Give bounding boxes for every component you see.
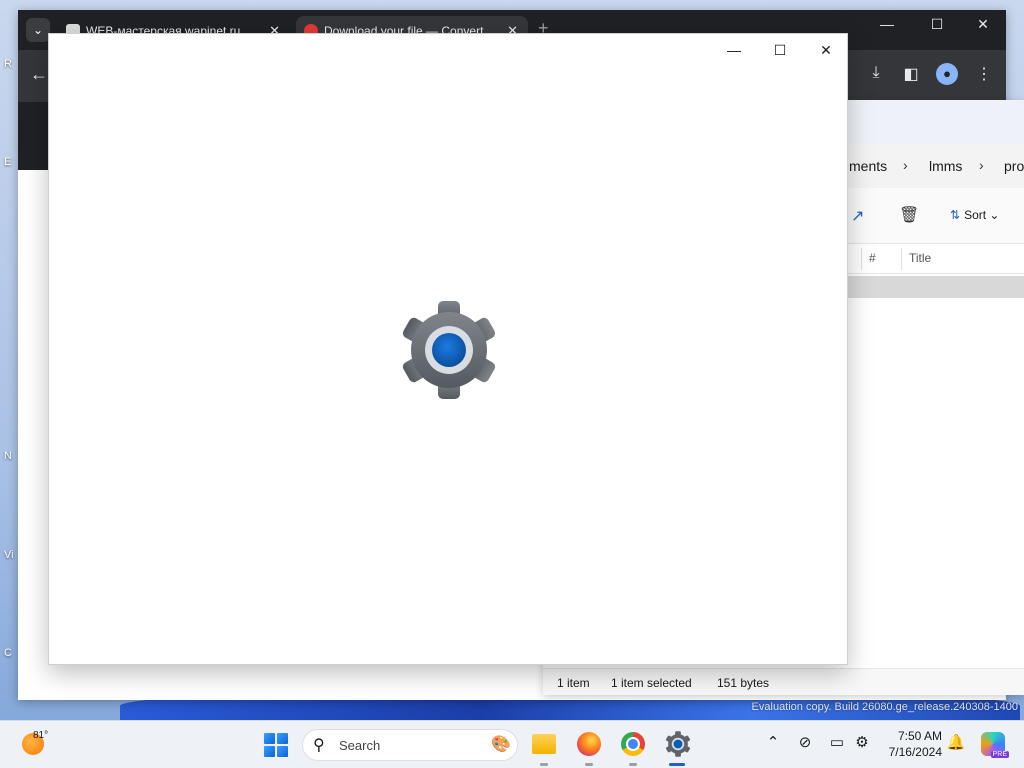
show-hidden-icons-chevron-icon[interactable]: ⌃ — [762, 733, 784, 751]
maximize-button[interactable]: ☐ — [757, 34, 803, 66]
taskbar: 81° ⚲ Search 🎨 ⌃ ⊘ ▭ ⚙ 7:50 AM 7/16/2024… — [0, 720, 1024, 768]
file-explorer-icon[interactable] — [532, 734, 556, 754]
desktop-icon-label[interactable]: R — [4, 58, 12, 70]
copilot-preview-badge: PRE — [990, 751, 1009, 758]
start-button[interactable] — [264, 733, 288, 757]
running-indicator — [585, 763, 593, 766]
sort-arrows-icon: ⇅ — [950, 208, 961, 222]
desktop-icon-label[interactable]: C — [4, 647, 12, 659]
windows-logo-icon — [264, 733, 275, 744]
profile-avatar-icon[interactable]: ● — [936, 63, 958, 85]
clock-date: 7/16/2024 — [888, 745, 942, 759]
breadcrumb-item[interactable]: lmms — [929, 158, 962, 174]
breadcrumb-item[interactable]: pro — [1004, 158, 1024, 174]
chrome-icon[interactable] — [621, 732, 645, 756]
delete-icon[interactable]: 🗑 — [899, 205, 919, 225]
status-selected-count: 1 item selected — [611, 676, 692, 690]
sort-button[interactable]: ⇅ Sort ⌄ — [950, 208, 999, 222]
tab-search-button[interactable]: ⌄ — [26, 18, 50, 42]
status-item-count: 1 item — [557, 676, 590, 690]
minimize-button[interactable]: — — [711, 34, 757, 66]
close-button[interactable]: ✕ — [803, 34, 849, 66]
search-highlight-icon: 🎨 — [491, 736, 511, 753]
browser-close-icon[interactable]: ✕ — [960, 16, 1006, 33]
desktop-icon-label[interactable]: Vi — [4, 549, 14, 561]
search-icon: ⚲ — [313, 737, 325, 754]
taskbar-search-box[interactable]: ⚲ Search 🎨 — [302, 729, 518, 761]
firefox-icon[interactable] — [577, 732, 601, 756]
column-number-header[interactable]: # — [869, 251, 876, 265]
system-clock[interactable]: 7:50 AM 7/16/2024 — [880, 728, 942, 760]
column-divider[interactable] — [901, 248, 902, 270]
search-label: Search — [339, 738, 381, 753]
windows-logo-icon — [277, 746, 288, 757]
settings-taskbar-icon[interactable] — [665, 731, 691, 757]
breadcrumb-item[interactable]: ments — [849, 158, 887, 174]
windows-logo-icon — [264, 746, 275, 757]
accessibility-icon[interactable]: ⚙ — [851, 733, 873, 751]
browser-maximize-icon[interactable]: ☐ — [914, 16, 960, 33]
status-file-size: 151 bytes — [717, 676, 770, 690]
desktop-icon-label[interactable]: N — [4, 450, 12, 462]
more-menu-icon[interactable]: ⋮ — [972, 64, 996, 84]
running-indicator — [540, 763, 548, 766]
settings-gear-icon — [402, 301, 496, 399]
desktop-icon-label[interactable]: E — [4, 156, 11, 168]
weather-temperature[interactable]: 81° — [33, 730, 48, 741]
sort-label: Sort — [964, 208, 987, 222]
breadcrumb-chevron-icon: › — [979, 157, 984, 173]
display-icon[interactable]: ▭ — [826, 733, 848, 751]
active-indicator — [669, 763, 685, 766]
windows-logo-icon — [277, 733, 288, 744]
browser-minimize-icon[interactable]: — — [864, 16, 910, 32]
breadcrumb-chevron-icon: › — [903, 157, 908, 173]
downloads-icon[interactable]: ⤓ — [864, 64, 888, 82]
notification-bell-icon[interactable]: 🔔 — [945, 733, 967, 751]
column-title-header[interactable]: Title — [909, 251, 931, 265]
running-indicator — [629, 763, 637, 766]
back-arrow-icon[interactable]: ← — [30, 64, 48, 85]
column-divider[interactable] — [861, 248, 862, 270]
clock-time: 7:50 AM — [897, 729, 942, 743]
share-icon[interactable]: ↗ — [851, 206, 864, 226]
settings-splash-window[interactable]: — ☐ ✕ — [48, 33, 848, 665]
side-panel-icon[interactable]: ◧ — [899, 64, 923, 84]
network-offline-icon[interactable]: ⊘ — [794, 733, 816, 751]
evaluation-watermark: Evaluation copy. Build 26080.ge_release.… — [751, 701, 1018, 713]
copilot-icon[interactable]: PRE — [981, 732, 1009, 758]
